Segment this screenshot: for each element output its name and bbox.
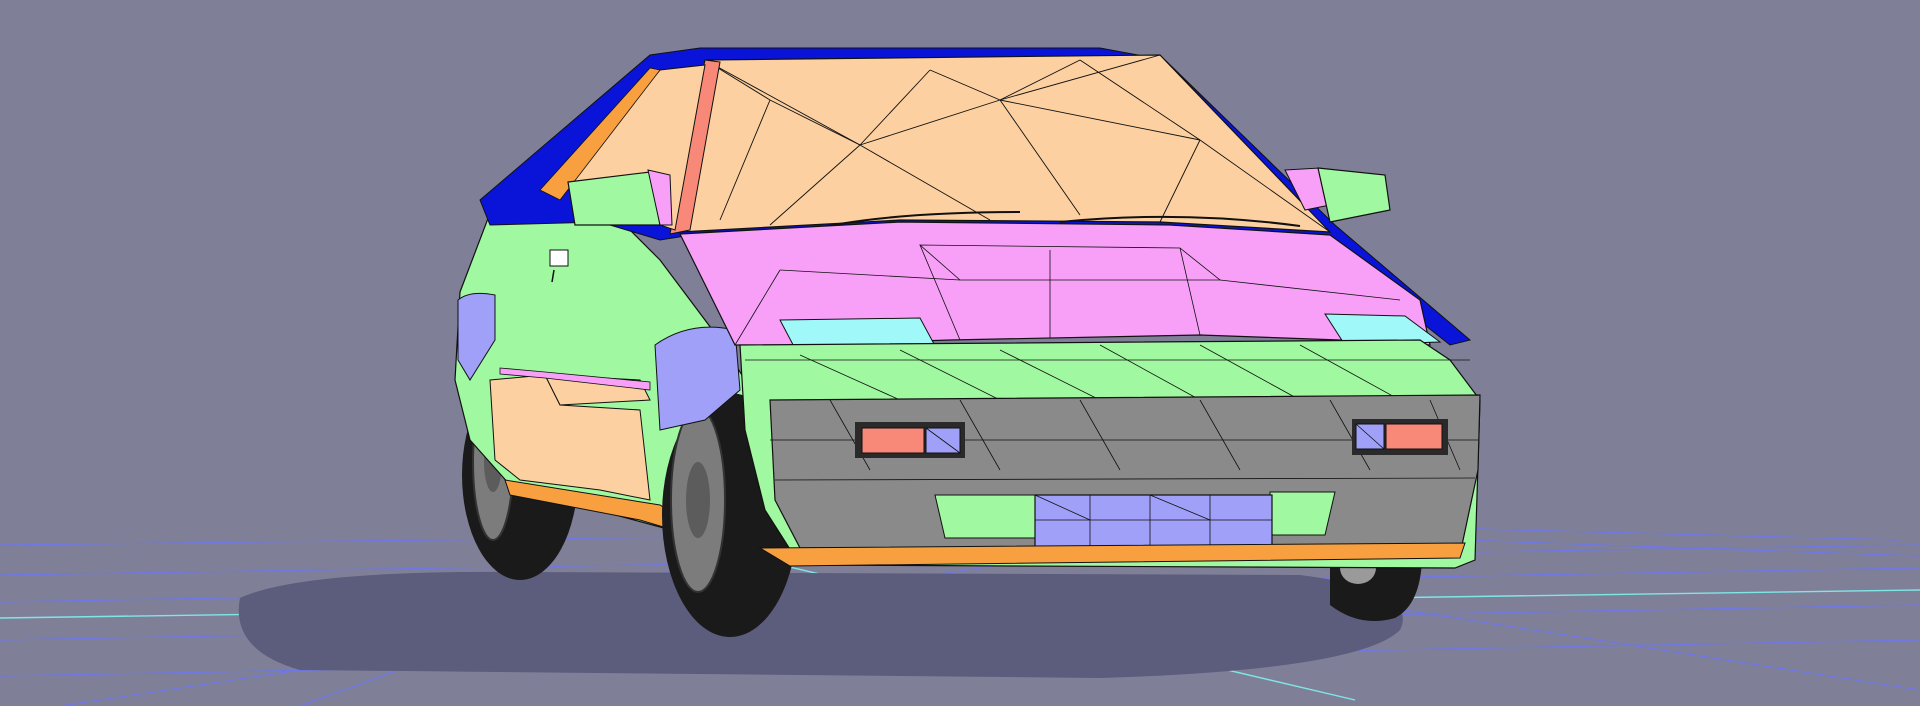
left-turn-light: [855, 422, 965, 458]
windshield: [679, 54, 1332, 233]
grid-line: [1439, 527, 1901, 541]
car-shadow: [238, 571, 1403, 678]
license-plate: [1034, 494, 1273, 551]
lower-right-intake: [1269, 491, 1336, 536]
car-render: [0, 47, 1920, 706]
right-turn-light: [1352, 419, 1448, 455]
lower-left-intake: [934, 494, 1041, 539]
grid-line: [1459, 539, 1920, 557]
3d-viewport[interactable]: [0, 0, 1920, 706]
grid-line: [1339, 599, 1920, 691]
